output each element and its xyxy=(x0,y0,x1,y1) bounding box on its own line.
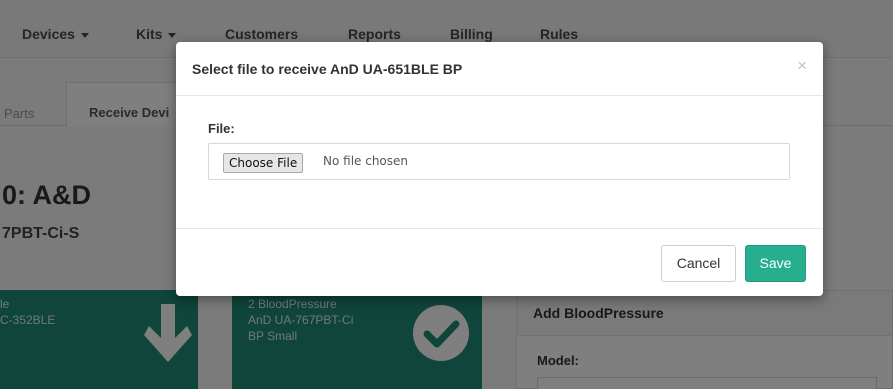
save-button[interactable]: Save xyxy=(745,245,806,282)
modal-footer: Cancel Save xyxy=(176,228,823,296)
modal-title: Select file to receive AnD UA-651BLE BP xyxy=(192,61,463,77)
choose-file-button[interactable]: Choose File xyxy=(223,153,304,173)
select-file-modal: Select file to receive AnD UA-651BLE BP … xyxy=(176,42,823,296)
close-icon[interactable]: × xyxy=(797,57,807,75)
file-status: No file chosen xyxy=(323,154,409,168)
modal-body: File: Choose File No file chosen xyxy=(176,96,823,228)
file-label: File: xyxy=(208,121,235,136)
file-input[interactable]: Choose File No file chosen xyxy=(208,143,790,180)
modal-header: Select file to receive AnD UA-651BLE BP … xyxy=(176,42,823,96)
cancel-button[interactable]: Cancel xyxy=(661,245,736,282)
